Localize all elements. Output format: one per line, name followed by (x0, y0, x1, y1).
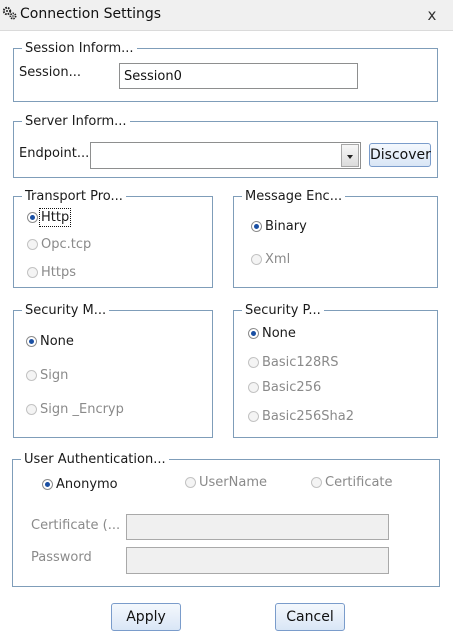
auth-username-radio[interactable]: UserName (185, 475, 267, 490)
radio-indicator (248, 357, 259, 368)
radio-label: Basic256 (262, 380, 322, 395)
session-label: Session... (19, 65, 81, 80)
radio-indicator (42, 479, 53, 490)
radio-label: Https (41, 265, 76, 280)
radio-label: Sign _Encryp (40, 402, 124, 417)
security-mode-none-radio[interactable]: None (26, 334, 74, 349)
session-name-input[interactable] (119, 63, 358, 89)
certificate-label: Certificate (... (31, 518, 121, 533)
title-bar: Connection Settings x (0, 0, 453, 31)
security-policy-basic256-radio[interactable]: Basic256 (248, 380, 321, 395)
radio-label: Opc.tcp (41, 237, 92, 252)
radio-label: Anonymo (56, 477, 118, 492)
security-mode-sign-radio[interactable]: Sign (26, 368, 68, 383)
radio-indicator (248, 411, 259, 422)
dropdown-arrow-icon[interactable] (341, 144, 359, 167)
radio-indicator (185, 477, 196, 488)
radio-indicator (248, 382, 259, 393)
radio-label: Basic128RS (262, 355, 339, 370)
radio-indicator (251, 221, 262, 232)
endpoint-combobox[interactable] (90, 142, 361, 169)
radio-label: None (262, 326, 296, 341)
radio-indicator (311, 477, 322, 488)
security-policy-basic256sha2-radio[interactable]: Basic256Sha2 (248, 409, 354, 424)
apply-button[interactable]: Apply (111, 603, 181, 631)
radio-indicator (27, 239, 38, 250)
encoding-xml-radio[interactable]: Xml (251, 252, 290, 267)
radio-indicator (27, 212, 38, 223)
auth-anonymous-radio[interactable]: Anonymo (42, 477, 118, 492)
transport-http-radio[interactable]: Http (27, 208, 72, 227)
transport-group-legend: Transport Pro... (25, 189, 123, 204)
radio-indicator (26, 404, 37, 415)
user-auth-legend: User Authentication... (24, 452, 166, 467)
radio-indicator (251, 254, 262, 265)
encoding-group-legend: Message Enc... (245, 189, 343, 204)
window-title: Connection Settings (20, 6, 162, 22)
certificate-input[interactable] (126, 514, 389, 540)
radio-label: Binary (265, 219, 307, 234)
radio-label: Certificate (325, 475, 393, 490)
radio-label: Http (38, 208, 72, 227)
session-group-legend: Session Inform... (25, 41, 134, 56)
encoding-group: Message Enc... (233, 189, 438, 288)
discover-button[interactable]: Discover (369, 143, 431, 167)
password-input[interactable] (126, 547, 389, 574)
radio-label: Xml (265, 252, 291, 267)
auth-certificate-radio[interactable]: Certificate (311, 475, 393, 490)
cancel-button[interactable]: Cancel (275, 603, 345, 631)
encoding-binary-radio[interactable]: Binary (251, 219, 307, 234)
transport-https-radio[interactable]: Https (27, 265, 76, 280)
endpoint-label: Endpoint... (19, 146, 90, 161)
transport-opctcp-radio[interactable]: Opc.tcp (27, 237, 91, 252)
radio-indicator (27, 267, 38, 278)
security-mode-sign-encrypt-radio[interactable]: Sign _Encryp (26, 402, 124, 417)
radio-indicator (26, 336, 37, 347)
radio-label: Sign (40, 368, 69, 383)
server-group-legend: Server Inform... (25, 114, 127, 129)
radio-indicator (248, 328, 259, 339)
security-policy-legend: Security P... (245, 303, 321, 318)
security-mode-legend: Security M... (25, 303, 107, 318)
radio-label: UserName (199, 475, 267, 490)
radio-label: None (40, 334, 74, 349)
radio-label: Basic256Sha2 (262, 409, 354, 424)
close-button[interactable]: x (420, 4, 444, 26)
security-policy-basic128rs-radio[interactable]: Basic128RS (248, 355, 339, 370)
radio-indicator (26, 370, 37, 381)
gears-icon (2, 6, 17, 20)
password-label: Password (31, 550, 92, 565)
security-policy-none-radio[interactable]: None (248, 326, 296, 341)
